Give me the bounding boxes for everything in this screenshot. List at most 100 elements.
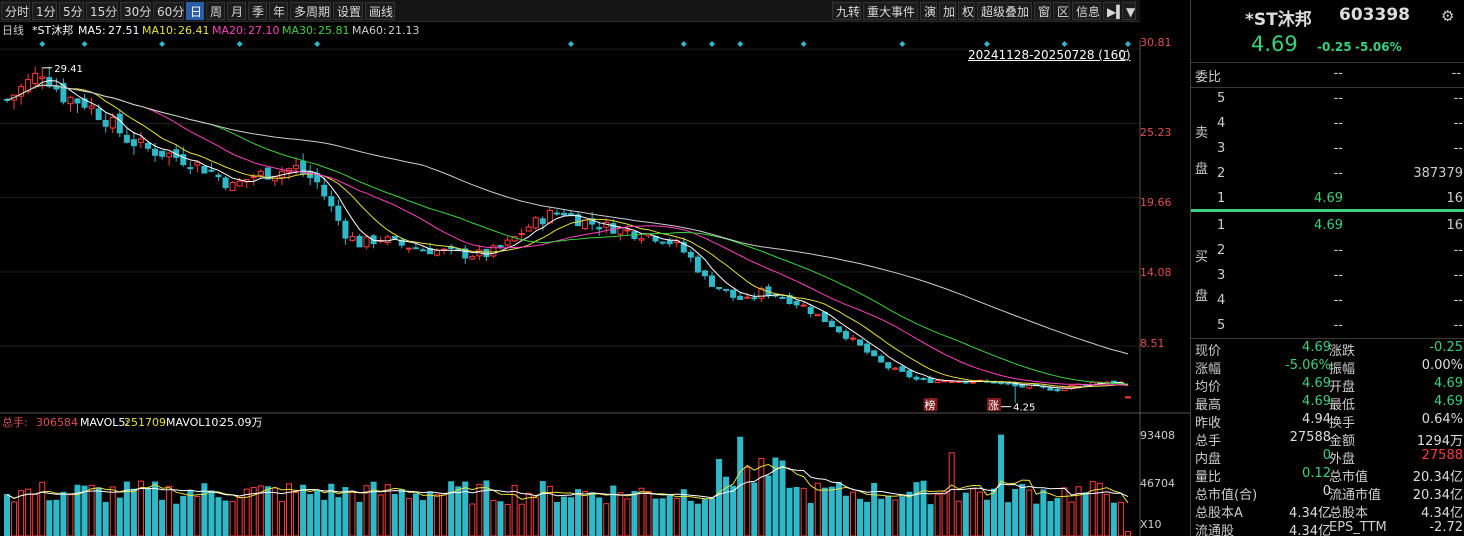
volume-bar xyxy=(744,466,751,536)
tool-0[interactable]: 九转 xyxy=(832,2,861,20)
candle-body xyxy=(1124,396,1131,399)
candle-body xyxy=(737,295,744,300)
volume-bar xyxy=(455,486,462,536)
date-range-label[interactable]: 20241128-20250728 (160) xyxy=(968,48,1131,62)
volume-bar xyxy=(1124,531,1131,536)
candle-body xyxy=(828,320,835,328)
volume-bar xyxy=(596,497,603,536)
lock-icon[interactable] xyxy=(1120,51,1129,60)
buy-row-price: 4.69 xyxy=(1314,218,1343,233)
candle-body xyxy=(363,236,370,248)
price-axis-label: 30.81 xyxy=(1140,36,1172,49)
weibi-label: 委比 xyxy=(1195,70,1222,85)
volume-bar xyxy=(377,494,384,536)
volume-bar xyxy=(349,491,356,536)
tab-13[interactable]: 画线 xyxy=(365,2,395,20)
volume-bar xyxy=(941,491,948,536)
tab-1[interactable]: 1分 xyxy=(32,2,57,20)
candle-body xyxy=(1026,384,1033,389)
volume-bar xyxy=(11,501,18,536)
tab-4[interactable]: 30分 xyxy=(120,2,151,20)
tab-3[interactable]: 15分 xyxy=(86,2,118,20)
candle-body xyxy=(553,212,560,215)
volume-bar xyxy=(53,499,60,536)
volume-bar xyxy=(300,484,307,536)
stat-value: -0.25 xyxy=(1429,340,1463,355)
stat-label: 现价 xyxy=(1195,344,1222,359)
tab-6[interactable]: 日 xyxy=(186,2,204,20)
tool-2[interactable]: 演 xyxy=(920,2,937,20)
volume-bar xyxy=(342,487,349,536)
volume-bar xyxy=(25,488,32,536)
price-change: -0.25 xyxy=(1317,40,1352,54)
volume-bar xyxy=(32,493,39,536)
tool-9[interactable]: ▶▍ xyxy=(1103,2,1125,20)
volume-bar xyxy=(1047,500,1054,536)
volume-bar xyxy=(589,492,596,536)
candle-body xyxy=(250,175,257,179)
candle-body xyxy=(222,177,229,189)
sell-row-level: 4 xyxy=(1217,116,1226,131)
tool-10[interactable]: ▼ xyxy=(1122,2,1136,20)
stat-value: 4.69 xyxy=(1302,376,1331,391)
candle-body xyxy=(560,212,567,216)
volume-bar xyxy=(652,498,659,536)
tab-5[interactable]: 60分 xyxy=(153,2,184,20)
tool-1[interactable]: 重大事件 xyxy=(863,2,918,20)
buy-row-level: 5 xyxy=(1217,318,1226,333)
tool-7[interactable]: 区 xyxy=(1053,2,1070,20)
candle-body xyxy=(483,248,490,258)
stat-value: 0 xyxy=(1322,448,1331,463)
tab-8[interactable]: 月 xyxy=(227,2,246,20)
candle-body xyxy=(257,170,264,176)
buy-row-level: 3 xyxy=(1217,268,1226,283)
volume-bar xyxy=(701,499,708,536)
candle-body xyxy=(723,288,730,291)
stat-value: 0.12 xyxy=(1302,466,1331,481)
price-change-pct: -5.06% xyxy=(1355,40,1402,54)
tab-11[interactable]: 多周期 xyxy=(290,2,331,20)
volume-bar xyxy=(264,486,271,536)
volume-bar xyxy=(716,458,723,536)
stat-label: 金额 xyxy=(1329,434,1356,449)
volume-bar xyxy=(1110,502,1117,536)
volume-bar xyxy=(222,500,229,536)
tab-2[interactable]: 5分 xyxy=(59,2,84,20)
mavol5-value: 251709 xyxy=(124,416,166,429)
ma20-label: MA20: xyxy=(212,24,247,37)
tool-6[interactable]: 窗 xyxy=(1034,2,1051,20)
sell-row-price: 4.69 xyxy=(1314,191,1343,206)
tool-8[interactable]: 信息 xyxy=(1072,2,1101,20)
candle-body xyxy=(434,249,441,256)
volume-bar xyxy=(166,485,173,536)
tab-7[interactable]: 周 xyxy=(206,2,225,20)
tab-9[interactable]: 季 xyxy=(248,2,267,20)
candlestick-chart[interactable]: 29.41 4.25 榜 涨 xyxy=(0,40,1190,414)
tool-4[interactable]: 权 xyxy=(958,2,975,20)
volume-axis-label: 93408 xyxy=(1140,429,1175,442)
volume-bar xyxy=(525,492,532,536)
tab-10[interactable]: 年 xyxy=(269,2,288,20)
stat-value: -2.72 xyxy=(1429,520,1463,535)
volume-bar xyxy=(631,491,638,536)
tab-12[interactable]: 设置 xyxy=(333,2,363,20)
stat-value: 0.64% xyxy=(1421,412,1463,427)
volume-bar xyxy=(899,496,906,536)
sell-row-price: -- xyxy=(1333,166,1343,181)
candle-body xyxy=(88,105,95,109)
ma30-value: 25.81 xyxy=(318,24,350,37)
volume-bar xyxy=(532,497,539,536)
volume-bar xyxy=(483,480,490,536)
volume-bar xyxy=(539,481,546,536)
volume-chart[interactable] xyxy=(0,414,1190,536)
sell-row-level: 1 xyxy=(1217,191,1226,206)
candle-body xyxy=(39,76,46,80)
gear-icon[interactable]: ⚙ xyxy=(1441,7,1454,25)
spread-divider xyxy=(1191,209,1464,212)
sell-row-volume: 16 xyxy=(1446,191,1463,206)
tab-0[interactable]: 分时 xyxy=(1,2,30,20)
tool-3[interactable]: 加 xyxy=(939,2,956,20)
buy-row-price: -- xyxy=(1333,293,1343,308)
tool-5[interactable]: 超级叠加 xyxy=(977,2,1032,20)
candle-body xyxy=(419,249,426,252)
